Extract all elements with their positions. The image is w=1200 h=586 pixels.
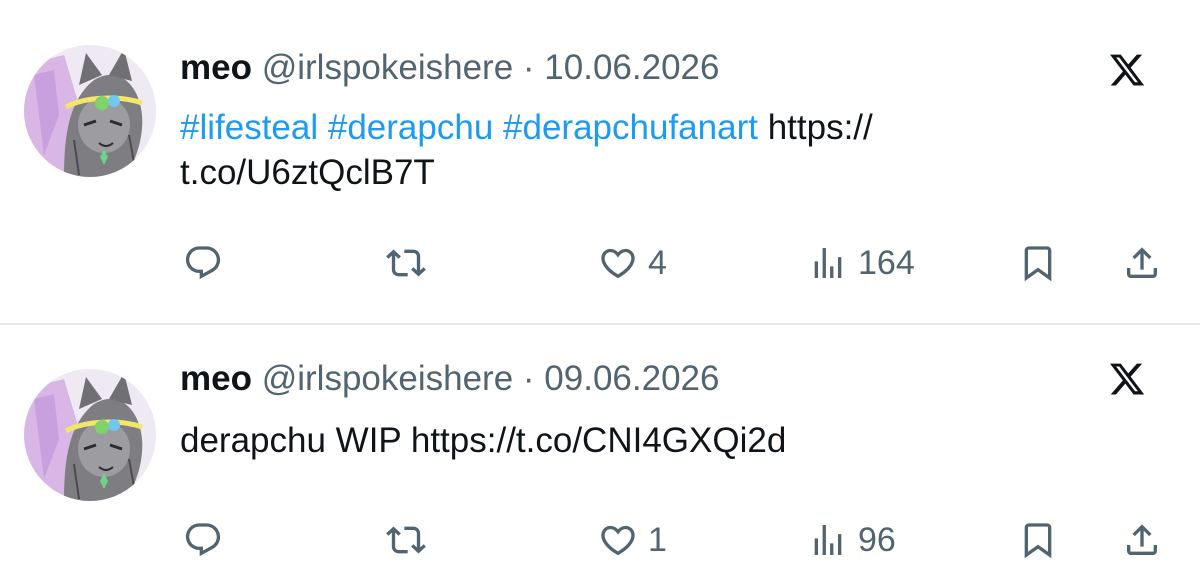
share-button[interactable] (1122, 515, 1162, 565)
like-count: 4 (648, 243, 667, 282)
url-link-part[interactable]: https:// (768, 108, 873, 147)
hashtag-link[interactable]: #derapchu (328, 108, 493, 147)
views-button[interactable]: 96 (808, 515, 896, 565)
share-icon (1122, 243, 1162, 283)
like-button[interactable]: 4 (598, 238, 667, 288)
share-button[interactable] (1122, 238, 1162, 288)
display-name[interactable]: meo (180, 359, 252, 398)
post-date[interactable]: 10.06.2026 (544, 48, 719, 87)
display-name[interactable]: meo (180, 48, 252, 87)
heart-icon (598, 243, 638, 283)
repost-button[interactable] (386, 238, 426, 288)
tweet-header: meo @irlspokeishere · 10.06.2026 (180, 46, 719, 90)
share-icon (1122, 520, 1162, 560)
tweet-feed: meo @irlspokeishere · 10.06.2026 #lifest… (0, 0, 1200, 586)
view-count: 164 (858, 243, 915, 282)
bookmark-button[interactable] (1018, 515, 1058, 565)
like-button[interactable]: 1 (598, 515, 667, 565)
hashtag-link[interactable]: #lifesteal (180, 108, 318, 147)
reply-icon (183, 520, 223, 560)
user-handle[interactable]: @irlspokeishere (262, 359, 513, 398)
tweet-card[interactable]: meo @irlspokeishere · 09.06.2026 derapch… (0, 325, 1200, 586)
tweet-text: #lifesteal #derapchu #derapchufanart htt… (180, 105, 1140, 195)
view-count: 96 (858, 520, 896, 559)
separator-dot: · (522, 359, 535, 398)
tweet-card[interactable]: meo @irlspokeishere · 10.06.2026 #lifest… (0, 0, 1200, 323)
tweet-header: meo @irlspokeishere · 09.06.2026 (180, 357, 719, 401)
reply-button[interactable] (183, 238, 223, 288)
bookmark-button[interactable] (1018, 238, 1058, 288)
views-button[interactable]: 164 (808, 238, 915, 288)
repost-button[interactable] (386, 515, 426, 565)
bookmark-icon (1018, 520, 1058, 560)
post-date[interactable]: 09.06.2026 (544, 359, 719, 398)
x-logo-icon[interactable] (1108, 360, 1146, 398)
reply-button[interactable] (183, 515, 223, 565)
reply-icon (183, 243, 223, 283)
avatar[interactable] (24, 45, 156, 177)
user-handle[interactable]: @irlspokeishere (262, 48, 513, 87)
bookmark-icon (1018, 243, 1058, 283)
hashtag-link[interactable]: #derapchufanart (503, 108, 758, 147)
separator-dot: · (522, 48, 535, 87)
like-count: 1 (648, 520, 667, 559)
tweet-text: derapchu WIP https://t.co/CNI4GXQi2d (180, 421, 787, 460)
action-bar: 1 96 (0, 515, 1200, 565)
retweet-icon (386, 520, 426, 560)
heart-icon (598, 520, 638, 560)
views-icon (808, 243, 848, 283)
retweet-icon (386, 243, 426, 283)
url-link-part[interactable]: t.co/U6ztQclB7T (180, 153, 435, 192)
avatar[interactable] (24, 369, 156, 501)
x-logo-icon[interactable] (1108, 51, 1146, 89)
views-icon (808, 520, 848, 560)
action-bar: 4 164 (0, 238, 1200, 288)
